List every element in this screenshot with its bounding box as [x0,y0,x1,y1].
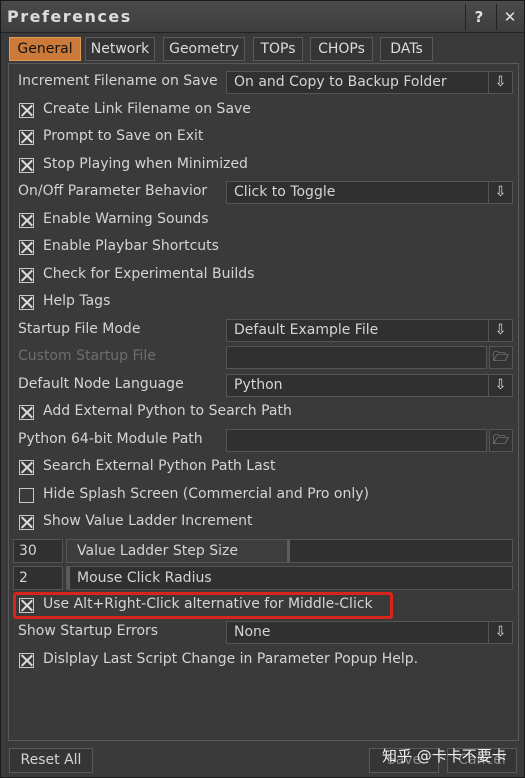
dropdown-arrow-icon[interactable]: ⇩ [488,320,512,341]
help-tags-row: Help Tags [9,289,518,316]
ladder-step-input[interactable]: 30 [13,539,63,563]
last-script-change-checkbox[interactable] [19,653,34,668]
click-radius-value: 2 [19,570,28,586]
warning-sounds-checkbox[interactable] [19,213,34,228]
playbar-shortcuts-label: Enable Playbar Shortcuts [43,238,219,254]
python-module-path-label: Python 64-bit Module Path [18,431,203,447]
startup-errors-value: None [234,624,271,640]
tab-network[interactable]: Network [85,37,155,61]
increment-filename-row: Increment Filename on Save On and Copy t… [9,69,518,96]
node-language-label: Default Node Language [18,376,184,392]
add-python-path-row: Add External Python to Search Path [9,399,518,426]
dropdown-arrow-icon[interactable]: ⇩ [488,72,512,93]
onoff-behavior-value: Click to Toggle [234,184,336,200]
node-language-row: Default Node Language Python ⇩ [9,372,518,399]
close-button[interactable]: ✕ [496,4,523,30]
preferences-window: Preferences ? ✕ General Network Geometry… [0,0,525,778]
click-radius-label: Mouse Click Radius [77,570,212,586]
ladder-step-value: 30 [19,543,37,559]
create-link-label: Create Link Filename on Save [43,101,251,117]
warning-sounds-row: Enable Warning Sounds [9,207,518,234]
stop-playing-label: Stop Playing when Minimized [43,156,248,172]
tab-dats[interactable]: DATs [380,37,433,61]
search-python-last-checkbox[interactable] [19,460,34,475]
last-script-change-label: Dislplay Last Script Change in Parameter… [43,651,419,667]
help-button[interactable]: ? [465,4,492,30]
folder-open-icon[interactable]: 🗁 [489,429,513,452]
increment-filename-dropdown[interactable]: On and Copy to Backup Folder ⇩ [226,71,513,94]
help-tags-label: Help Tags [43,293,111,309]
tab-geometry[interactable]: Geometry [163,37,245,61]
prompt-save-checkbox[interactable] [19,130,34,145]
onoff-behavior-dropdown[interactable]: Click to Toggle ⇩ [226,181,513,204]
startup-errors-dropdown[interactable]: None ⇩ [226,621,513,644]
ladder-step-row: 30 Value Ladder Step Size [9,537,518,564]
click-radius-slider-fill [67,567,70,589]
python-module-path-row: Python 64-bit Module Path 🗁 [9,427,518,454]
add-python-path-checkbox[interactable] [19,405,34,420]
experimental-builds-label: Check for Experimental Builds [43,266,255,282]
help-tags-checkbox[interactable] [19,295,34,310]
startup-mode-row: Startup File Mode Default Example File ⇩ [9,317,518,344]
folder-open-icon[interactable]: 🗁 [489,346,513,369]
click-radius-row: 2 Mouse Click Radius [9,564,518,591]
ladder-step-label: Value Ladder Step Size [77,543,238,559]
tab-tops[interactable]: TOPs [253,37,303,61]
window-title: Preferences [7,7,132,26]
stop-playing-checkbox[interactable] [19,158,34,173]
tab-chops[interactable]: CHOPs [310,37,373,61]
general-settings-panel: Increment Filename on Save On and Copy t… [8,63,519,741]
title-bar[interactable]: Preferences ? ✕ [1,1,524,33]
experimental-builds-checkbox[interactable] [19,268,34,283]
value-ladder-increment-checkbox[interactable] [19,515,34,530]
last-script-change-row: Dislplay Last Script Change in Parameter… [9,647,518,674]
python-module-path-field[interactable] [226,429,487,452]
click-radius-input[interactable]: 2 [13,566,63,590]
dropdown-arrow-icon[interactable]: ⇩ [488,375,512,396]
node-language-dropdown[interactable]: Python ⇩ [226,374,513,397]
reset-all-button[interactable]: Reset All [9,748,93,773]
startup-errors-label: Show Startup Errors [18,623,159,639]
node-language-value: Python [234,377,283,393]
custom-startup-label: Custom Startup File [18,348,156,364]
onoff-behavior-row: On/Off Parameter Behavior Click to Toggl… [9,179,518,206]
experimental-builds-row: Check for Experimental Builds [9,262,518,289]
ladder-step-slider[interactable]: Value Ladder Step Size [66,539,513,563]
startup-errors-row: Show Startup Errors None ⇩ [9,619,518,646]
stop-playing-row: Stop Playing when Minimized [9,152,518,179]
tab-general[interactable]: General [9,37,81,61]
create-link-checkbox[interactable] [19,103,34,118]
increment-filename-label: Increment Filename on Save [18,73,218,89]
value-ladder-increment-label: Show Value Ladder Increment [43,513,253,529]
startup-mode-value: Default Example File [234,322,379,338]
startup-mode-label: Startup File Mode [18,321,141,337]
prompt-save-label: Prompt to Save on Exit [43,128,204,144]
prompt-save-row: Prompt to Save on Exit [9,124,518,151]
playbar-shortcuts-row: Enable Playbar Shortcuts [9,234,518,261]
playbar-shortcuts-checkbox[interactable] [19,240,34,255]
click-radius-slider[interactable]: Mouse Click Radius [66,566,513,590]
hide-splash-checkbox[interactable] [19,488,34,503]
warning-sounds-label: Enable Warning Sounds [43,211,209,227]
add-python-path-label: Add External Python to Search Path [43,403,292,419]
startup-mode-dropdown[interactable]: Default Example File ⇩ [226,319,513,342]
value-ladder-increment-row: Show Value Ladder Increment [9,509,518,536]
custom-startup-row: Custom Startup File 🗁 [9,344,518,371]
search-python-last-label: Search External Python Path Last [43,458,276,474]
dropdown-arrow-icon[interactable]: ⇩ [488,622,512,643]
custom-startup-field[interactable] [226,346,487,369]
red-highlight-box [13,592,393,619]
increment-filename-value: On and Copy to Backup Folder [234,74,447,90]
search-python-last-row: Search External Python Path Last [9,454,518,481]
watermark-text: 知乎 @卡卡不要卡 [382,747,507,765]
hide-splash-row: Hide Splash Screen (Commercial and Pro o… [9,482,518,509]
create-link-row: Create Link Filename on Save [9,97,518,124]
hide-splash-label: Hide Splash Screen (Commercial and Pro o… [43,486,369,502]
dropdown-arrow-icon[interactable]: ⇩ [488,182,512,203]
onoff-behavior-label: On/Off Parameter Behavior [18,183,208,199]
